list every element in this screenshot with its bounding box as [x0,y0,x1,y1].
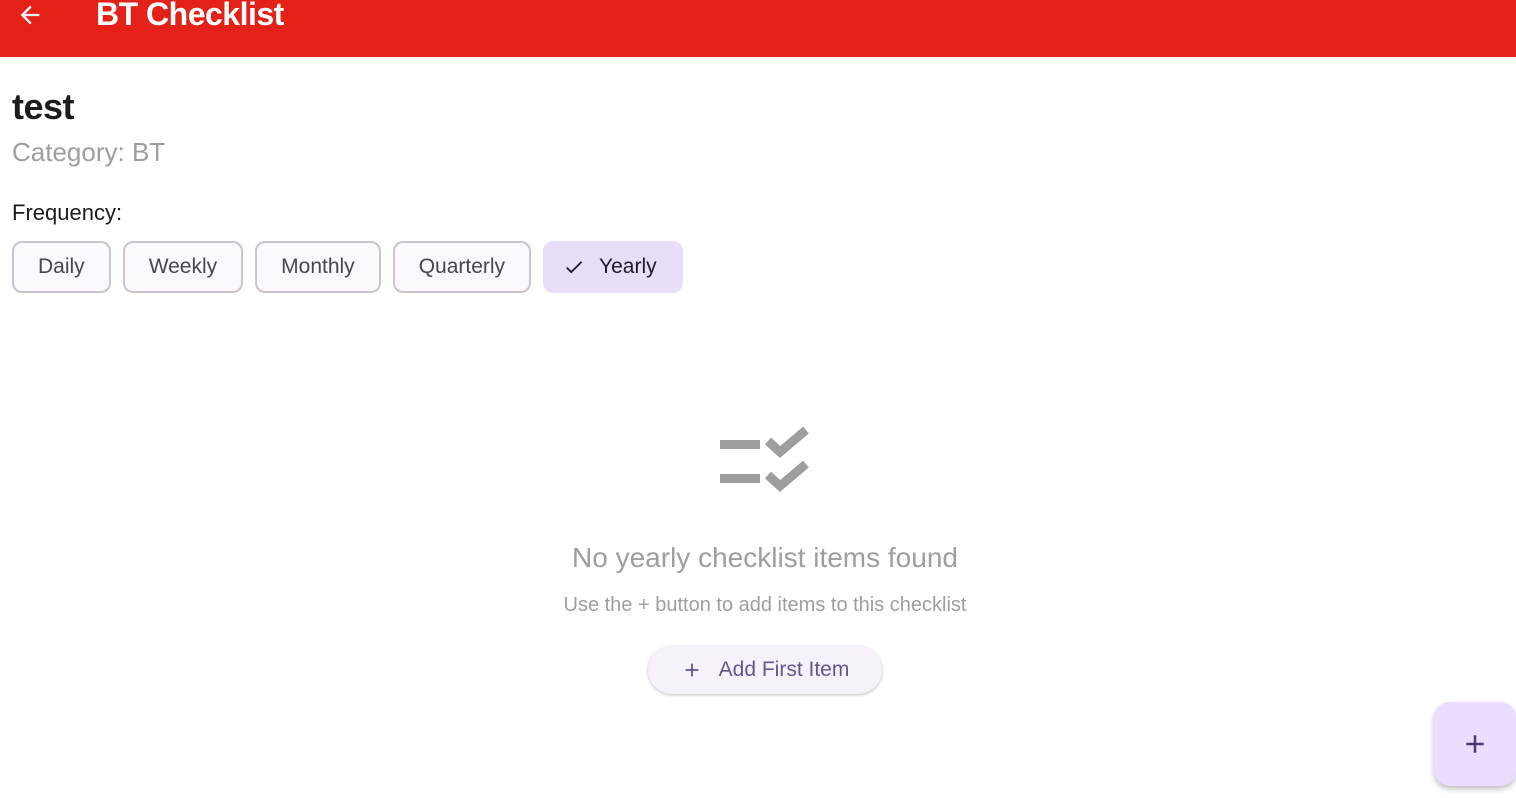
back-button[interactable] [10,0,50,30]
app-bar-title: BT Checklist [96,0,284,32]
add-first-item-label: Add First Item [718,658,850,681]
chip-label: Daily [38,255,85,278]
checklist-icon [720,426,809,492]
frequency-chip-monthly[interactable]: Monthly [255,241,381,293]
app-root: BT Checklist test Category: BT Frequency… [0,0,1516,798]
empty-state-subtitle: Use the + button to add items to this ch… [563,594,967,616]
frequency-chip-group: Daily Weekly Monthly Quarterly Yearly [12,241,683,293]
empty-state-title: No yearly checklist items found [572,542,958,573]
add-item-fab[interactable] [1434,702,1516,786]
plus-icon [1466,735,1484,753]
frequency-chip-daily[interactable]: Daily [12,241,111,293]
chip-label: Yearly [599,255,657,278]
plus-icon [681,659,703,681]
add-first-item-button[interactable]: Add First Item [648,646,882,694]
checklist-category: Category: BT [12,137,166,167]
frequency-chip-quarterly[interactable]: Quarterly [392,241,532,293]
arrow-back-icon [20,5,40,25]
chip-label: Monthly [281,255,355,278]
app-bar: BT Checklist [0,0,1516,57]
frequency-chip-yearly[interactable]: Yearly [543,241,683,293]
frequency-chip-weekly[interactable]: Weekly [122,241,244,293]
check-icon [563,256,585,278]
checklist-title: test [12,86,75,127]
chip-label: Quarterly [418,255,506,278]
chip-label: Weekly [148,255,218,278]
frequency-label: Frequency: [12,200,123,225]
